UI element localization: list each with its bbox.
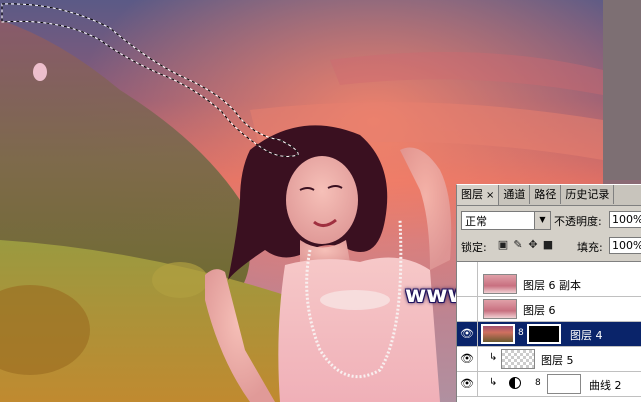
canvas-background bbox=[603, 0, 641, 180]
tab-paths-label: 路径 bbox=[534, 188, 557, 201]
clip-arrow-icon: ↳ bbox=[489, 377, 498, 388]
eye-icon[interactable]: 👁 bbox=[457, 322, 478, 346]
layer-mask-thumbnail[interactable] bbox=[547, 374, 581, 394]
layer-thumbnail bbox=[501, 349, 535, 369]
lock-transparent-icon[interactable]: ▣ bbox=[497, 239, 509, 251]
lock-all-icon[interactable]: ■ bbox=[542, 239, 554, 251]
eye-icon[interactable]: 👁 bbox=[457, 372, 478, 396]
eye-icon[interactable]: 👁 bbox=[457, 347, 478, 371]
opacity-input[interactable]: 100% bbox=[609, 211, 641, 228]
tab-layers[interactable]: 图层 × bbox=[457, 185, 500, 205]
layer-thumbnail bbox=[483, 274, 517, 294]
tab-history-label: 历史记录 bbox=[565, 188, 610, 201]
clip-arrow-icon: ↳ bbox=[489, 352, 498, 363]
chevron-down-icon[interactable]: ▼ bbox=[534, 212, 550, 229]
visibility-toggle[interactable] bbox=[457, 272, 478, 296]
tab-channels[interactable]: 通道 bbox=[499, 185, 531, 204]
blend-mode-select[interactable]: 正常 ▼ bbox=[461, 211, 551, 230]
tab-paths[interactable]: 路径 bbox=[530, 185, 562, 204]
layers-panel: 图层 × 通道 路径 历史记录 正常 ▼ 不透明度: 100% 锁定: ▣ ✎ ✥… bbox=[456, 184, 641, 402]
layer-name: 图层 4 bbox=[570, 329, 603, 342]
layers-list: 图层 6 副本 图层 6 👁 8 图层 4 👁 ↳ 图层 5 👁 ↳ 8 曲线 … bbox=[457, 261, 641, 402]
photoshop-workspace: www.68ps.com 图层× 通道 路径 历史记录 正常 ▼ 不透明度: 1… bbox=[0, 0, 641, 402]
layer-row-curves-2[interactable]: 👁 ↳ 8 曲线 2 bbox=[457, 372, 641, 397]
layer-name: 图层 5 bbox=[541, 354, 574, 367]
panel-tabs: 图层 × 通道 路径 历史记录 bbox=[457, 185, 641, 206]
layer-name: 曲线 2 bbox=[589, 379, 622, 392]
blend-row: 正常 ▼ 不透明度: 100% bbox=[457, 209, 641, 231]
layer-row-4[interactable]: 👁 8 图层 4 bbox=[457, 322, 641, 347]
adjustment-layer-icon bbox=[509, 377, 521, 389]
fill-input[interactable]: 100% bbox=[609, 237, 641, 254]
layer-name: 图层 6 bbox=[523, 304, 556, 317]
layer-name: 图层 6 副本 bbox=[523, 279, 581, 292]
tab-history[interactable]: 历史记录 bbox=[561, 185, 615, 204]
layer-row-6-copy[interactable]: 图层 6 副本 bbox=[457, 272, 641, 297]
opacity-label: 不透明度: bbox=[554, 215, 602, 228]
layer-thumbnail bbox=[481, 324, 515, 344]
layer-mask-thumbnail[interactable] bbox=[527, 324, 561, 344]
link-icon[interactable]: 8 bbox=[518, 328, 524, 338]
tab-layers-label: 图层 bbox=[461, 188, 483, 201]
visibility-toggle[interactable] bbox=[457, 297, 478, 321]
layer-row-5[interactable]: 👁 ↳ 图层 5 bbox=[457, 347, 641, 372]
lock-label: 锁定: bbox=[461, 241, 487, 254]
fill-label: 填充: bbox=[577, 241, 603, 254]
visibility-toggle[interactable] bbox=[457, 262, 478, 272]
blend-mode-value: 正常 bbox=[465, 215, 487, 228]
link-icon[interactable]: 8 bbox=[535, 378, 541, 388]
close-icon[interactable]: × bbox=[486, 190, 494, 201]
lock-brush-icon[interactable]: ✎ bbox=[512, 239, 524, 251]
lock-row: 锁定: ▣ ✎ ✥ ■ 填充: 100% bbox=[457, 235, 641, 257]
lock-move-icon[interactable]: ✥ bbox=[527, 239, 539, 251]
tab-channels-label: 通道 bbox=[503, 188, 526, 201]
layer-thumbnail bbox=[483, 299, 517, 319]
layer-row-6[interactable]: 图层 6 bbox=[457, 297, 641, 322]
